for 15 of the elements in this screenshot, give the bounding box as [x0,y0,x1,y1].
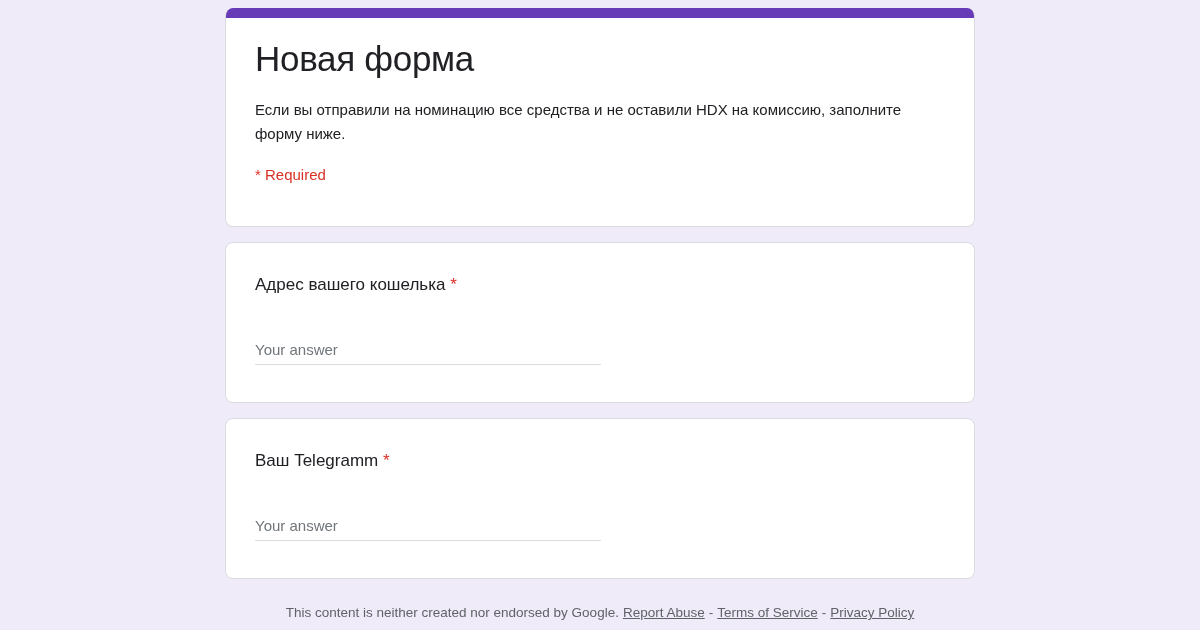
separator-text: - [708,605,714,620]
footer-link[interactable]: Privacy Policy [830,605,915,620]
footer-link[interactable]: Report Abuse [622,605,705,620]
answer-field[interactable]: Your answer [255,337,601,365]
form-description: Если вы отправили на номинацию все средства и не оставили HDX на комиссию, заполните форму ниже. [255,100,903,144]
question-label: Ваш Telegramm [255,451,379,470]
required-mark: * [450,275,457,294]
form-title: Новая форма [255,38,476,80]
required-mark: * [382,451,390,470]
separator-text: - [821,605,827,620]
required-note: * Required [255,166,327,183]
disclaimer-text: This content is neither created nor endorsed by Google. [285,605,619,620]
footer-link[interactable]: Terms of Service [717,605,818,620]
answer-field[interactable]: Your answer [255,513,601,541]
question-label: Адрес вашего кошелька [255,275,446,294]
